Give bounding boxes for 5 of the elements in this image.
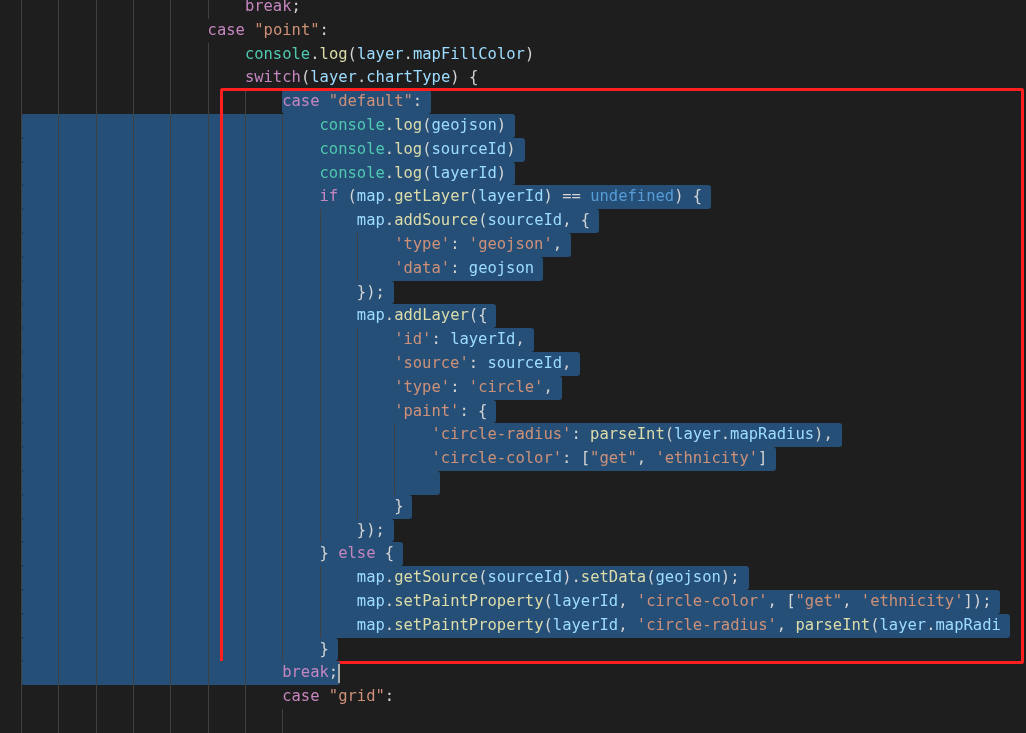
code-line: case "point": xyxy=(207,19,329,41)
code-line: switch(layer.chartType) { xyxy=(244,67,479,89)
code-line: break; xyxy=(244,0,301,17)
code-line: console.log(layer.mapFillColor) xyxy=(244,43,535,65)
code-line: case "grid": xyxy=(282,686,395,708)
